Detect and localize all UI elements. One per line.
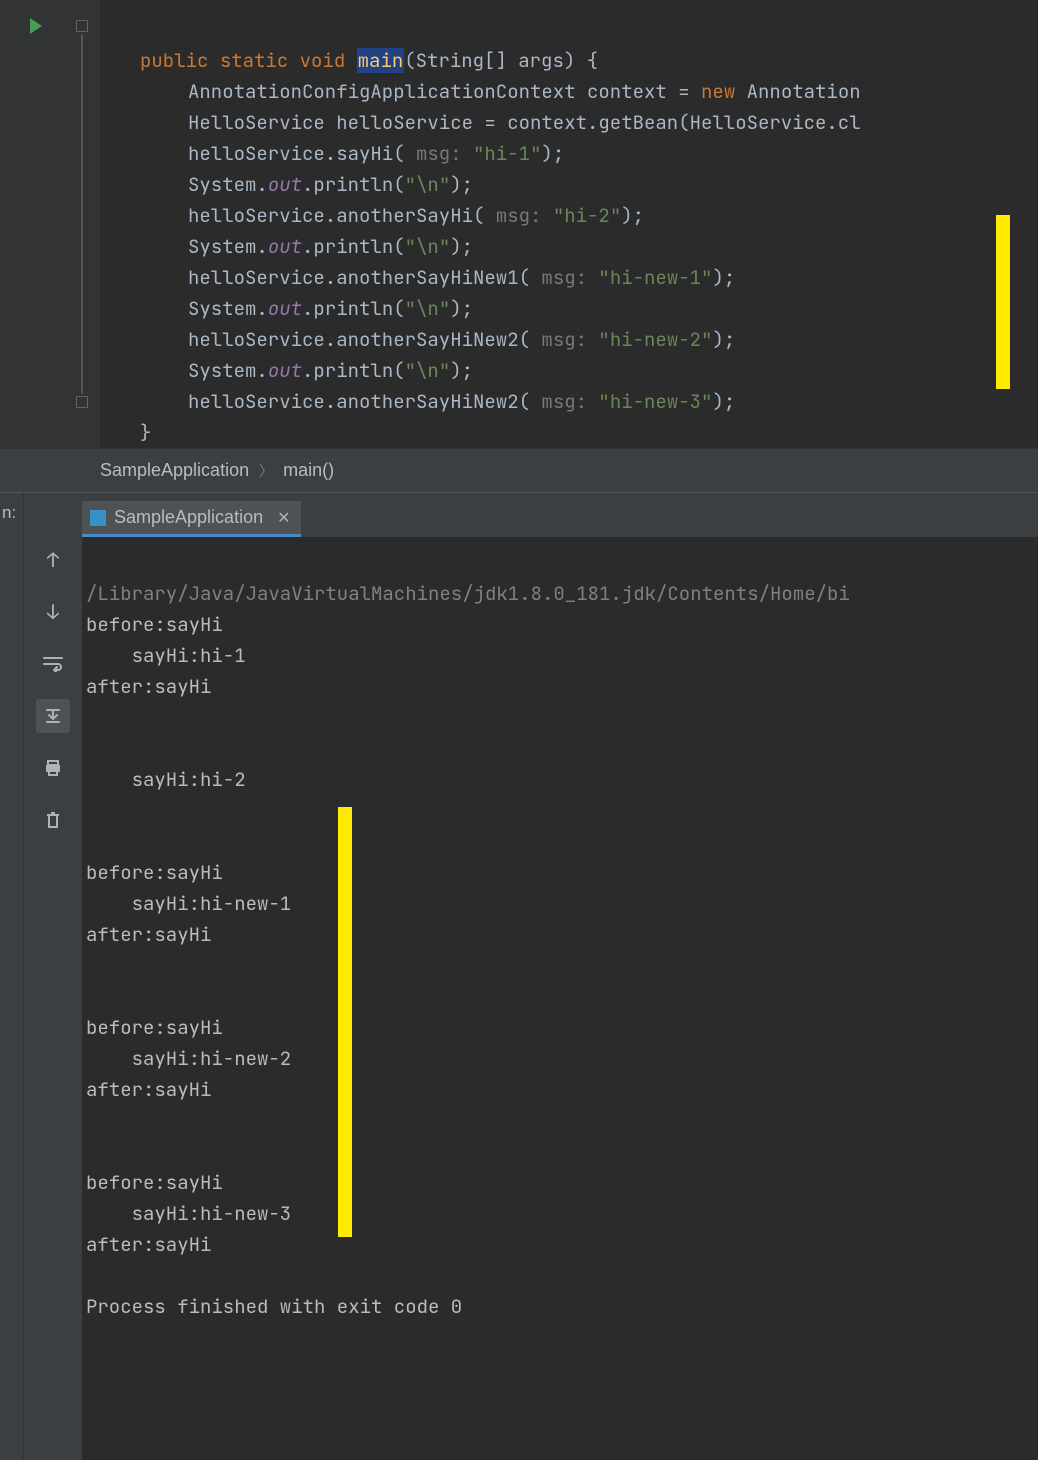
run-label: n: (2, 503, 16, 523)
console-line: sayHi:hi-2 (86, 767, 246, 792)
console-line: before:sayHi (86, 1170, 223, 1195)
code-text[interactable]: public static void main(String[] args) {… (100, 0, 1038, 448)
run-gutter-icon[interactable] (30, 18, 42, 34)
code-token: helloService.anotherSayHiNew2( (188, 389, 530, 414)
brace-close: } (140, 420, 151, 445)
console-line: after:sayHi (86, 922, 211, 947)
code-token: .println( (302, 296, 405, 321)
code-token: System. (188, 234, 268, 259)
code-token: ); (450, 296, 473, 321)
field-ref: out (268, 296, 302, 321)
method-params: (String[] args) { (404, 48, 598, 73)
code-token: ); (712, 327, 735, 352)
editor-gutter (0, 0, 62, 448)
run-toolbar: ↑ ↓ (24, 493, 82, 1460)
code-token: helloService.anotherSayHiNew1( (188, 265, 530, 290)
code-token: HelloService helloService = context.getB… (188, 110, 861, 135)
trash-icon[interactable] (36, 803, 70, 837)
code-token: System. (188, 296, 268, 321)
code-token: System. (188, 358, 268, 383)
code-token: .println( (302, 358, 405, 383)
arrow-down-icon[interactable]: ↓ (36, 595, 70, 629)
code-token: helloService.sayHi( (188, 141, 405, 166)
keyword-public: public (140, 48, 208, 73)
code-token: ); (621, 203, 644, 228)
console-line: after:sayHi (86, 1232, 211, 1257)
console-line: sayHi:hi-new-3 (86, 1201, 291, 1226)
param-hint: msg: (530, 327, 598, 352)
soft-wrap-icon[interactable] (36, 647, 70, 681)
arrow-up-icon[interactable]: ↑ (36, 543, 70, 577)
console-line: before:sayHi (86, 860, 223, 885)
console-line: before:sayHi (86, 612, 223, 637)
console-line: after:sayHi (86, 1077, 211, 1102)
string-literal: "\n" (405, 234, 451, 259)
console-line: sayHi:hi-new-2 (86, 1046, 291, 1071)
code-token: AnnotationConfigApplicationContext conte… (188, 79, 701, 104)
code-token: Annotation (735, 79, 860, 104)
code-token: .println( (302, 172, 405, 197)
console-line: sayHi:hi-1 (86, 643, 246, 668)
keyword-new: new (701, 79, 735, 104)
method-name-main: main (357, 48, 405, 73)
string-literal: "hi-new-2" (598, 327, 712, 352)
code-token: ); (450, 172, 473, 197)
code-token: ); (541, 141, 564, 166)
string-literal: "hi-1" (473, 141, 541, 166)
run-tool-window: n: ↑ ↓ SampleApplication ✕ /Library/Java… (0, 492, 1038, 1460)
console-line: after:sayHi (86, 674, 211, 699)
keyword-void: void (300, 48, 346, 73)
chevron-right-icon: 〉 (259, 461, 273, 481)
code-token: ); (450, 234, 473, 259)
console-output[interactable]: /Library/Java/JavaVirtualMachines/jdk1.8… (82, 537, 1038, 1460)
breadcrumb-method[interactable]: main() (283, 460, 334, 481)
field-ref: out (268, 358, 302, 383)
string-literal: "\n" (405, 358, 451, 383)
console-line: sayHi:hi-new-1 (86, 891, 291, 916)
run-tab-label: SampleApplication (114, 507, 263, 528)
string-literal: "\n" (405, 172, 451, 197)
highlight-marker (996, 215, 1010, 389)
tool-window-stripe: n: (0, 493, 24, 1460)
code-token: ); (712, 389, 735, 414)
console-line: Process finished with exit code 0 (86, 1294, 462, 1319)
code-token: ); (712, 265, 735, 290)
run-tab-sampleapplication[interactable]: SampleApplication ✕ (82, 501, 301, 537)
code-token: helloService.anotherSayHi( (188, 203, 484, 228)
run-tabs: SampleApplication ✕ (82, 493, 1038, 537)
console-command: /Library/Java/JavaVirtualMachines/jdk1.8… (86, 581, 850, 606)
console-line: before:sayHi (86, 1015, 223, 1040)
highlight-marker (338, 807, 352, 1237)
fold-icon[interactable] (76, 20, 88, 32)
breadcrumb-class[interactable]: SampleApplication (100, 460, 249, 481)
field-ref: out (268, 172, 302, 197)
param-hint: msg: (530, 389, 598, 414)
code-token: ); (450, 358, 473, 383)
field-ref: out (268, 234, 302, 259)
string-literal: "\n" (405, 296, 451, 321)
application-icon (90, 510, 106, 526)
scroll-to-end-icon[interactable] (36, 699, 70, 733)
print-icon[interactable] (36, 751, 70, 785)
fold-gutter (62, 0, 100, 448)
code-token: .println( (302, 234, 405, 259)
close-icon[interactable]: ✕ (277, 508, 290, 528)
keyword-static: static (220, 48, 288, 73)
string-literal: "hi-2" (553, 203, 621, 228)
param-hint: msg: (405, 141, 473, 166)
string-literal: "hi-new-3" (598, 389, 712, 414)
code-token: System. (188, 172, 268, 197)
code-token: helloService.anotherSayHiNew2( (188, 327, 530, 352)
code-editor[interactable]: public static void main(String[] args) {… (0, 0, 1038, 448)
fold-icon[interactable] (76, 396, 88, 408)
breadcrumb[interactable]: SampleApplication 〉 main() (0, 448, 1038, 492)
param-hint: msg: (530, 265, 598, 290)
string-literal: "hi-new-1" (598, 265, 712, 290)
param-hint: msg: (484, 203, 552, 228)
